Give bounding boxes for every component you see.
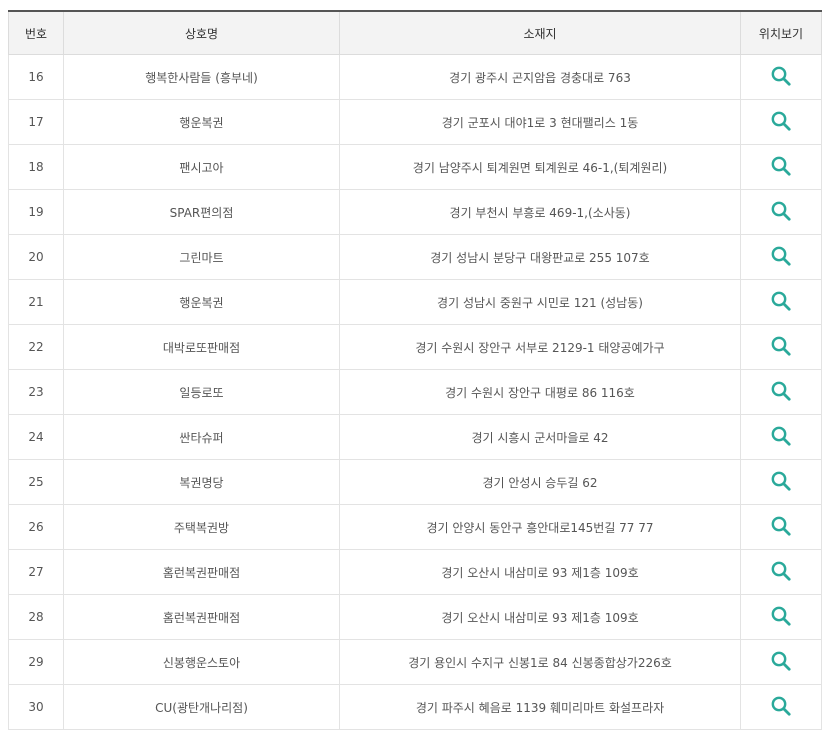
- search-icon[interactable]: [770, 65, 792, 87]
- row-view-location: [740, 234, 822, 280]
- row-number: 20: [8, 234, 64, 280]
- row-number: 30: [8, 684, 64, 730]
- row-address: 경기 수원시 장안구 대평로 86 116호: [339, 369, 741, 415]
- row-store-name: 일등로또: [63, 369, 340, 415]
- row-address: 경기 시흥시 군서마을로 42: [339, 414, 741, 460]
- table-row: 28 홈런복권판매점 경기 오산시 내삼미로 93 제1층 109호: [8, 594, 822, 640]
- row-number: 27: [8, 549, 64, 595]
- table-header-row: 번호 상호명 소재지 위치보기: [8, 10, 822, 55]
- row-view-location: [740, 54, 822, 100]
- row-number: 24: [8, 414, 64, 460]
- row-number: 28: [8, 594, 64, 640]
- row-store-name: 그린마트: [63, 234, 340, 280]
- row-address: 경기 용인시 수지구 신봉1로 84 신봉종합상가226호: [339, 639, 741, 685]
- row-address: 경기 오산시 내삼미로 93 제1층 109호: [339, 549, 741, 595]
- row-view-location: [740, 189, 822, 235]
- row-view-location: [740, 684, 822, 730]
- table-row: 27 홈런복권판매점 경기 오산시 내삼미로 93 제1층 109호: [8, 549, 822, 595]
- row-address: 경기 성남시 분당구 대왕판교로 255 107호: [339, 234, 741, 280]
- row-store-name: 행운복권: [63, 99, 340, 145]
- row-store-name: 대박로또판매점: [63, 324, 340, 370]
- row-store-name: 홈런복권판매점: [63, 594, 340, 640]
- search-icon[interactable]: [770, 695, 792, 717]
- search-icon[interactable]: [770, 605, 792, 627]
- row-store-name: CU(광탄개나리점): [63, 684, 340, 730]
- row-number: 29: [8, 639, 64, 685]
- row-store-name: SPAR편의점: [63, 189, 340, 235]
- search-icon[interactable]: [770, 290, 792, 312]
- table-row: 20 그린마트 경기 성남시 분당구 대왕판교로 255 107호: [8, 234, 822, 280]
- store-list: 번호 상호명 소재지 위치보기 16 행복한사람들 (흥부네) 경기 광주시 곤지암…: [8, 10, 822, 730]
- row-view-location: [740, 369, 822, 415]
- row-address: 경기 남양주시 퇴계원면 퇴계원로 46-1,(퇴계원리): [339, 144, 741, 190]
- row-address: 경기 광주시 곤지암읍 경충대로 763: [339, 54, 741, 100]
- row-number: 21: [8, 279, 64, 325]
- table-row: 25 복권명당 경기 안성시 승두길 62: [8, 459, 822, 505]
- search-icon[interactable]: [770, 515, 792, 537]
- store-table: 번호 상호명 소재지 위치보기 16 행복한사람들 (흥부네) 경기 광주시 곤지암…: [8, 10, 822, 730]
- row-address: 경기 파주시 혜음로 1139 훼미리마트 화설프라자: [339, 684, 741, 730]
- row-address: 경기 부천시 부흥로 469-1,(소사동): [339, 189, 741, 235]
- row-address: 경기 안양시 동안구 흥안대로145번길 77 77: [339, 504, 741, 550]
- search-icon[interactable]: [770, 245, 792, 267]
- row-store-name: 복권명당: [63, 459, 340, 505]
- row-number: 18: [8, 144, 64, 190]
- row-number: 19: [8, 189, 64, 235]
- row-store-name: 행복한사람들 (흥부네): [63, 54, 340, 100]
- row-view-location: [740, 549, 822, 595]
- row-view-location: [740, 504, 822, 550]
- row-number: 16: [8, 54, 64, 100]
- row-view-location: [740, 459, 822, 505]
- row-number: 17: [8, 99, 64, 145]
- table-row: 22 대박로또판매점 경기 수원시 장안구 서부로 2129-1 태양공예가구: [8, 324, 822, 370]
- table-row: 24 싼타슈퍼 경기 시흥시 군서마을로 42: [8, 414, 822, 460]
- row-address: 경기 성남시 중원구 시민로 121 (성남동): [339, 279, 741, 325]
- search-icon[interactable]: [770, 155, 792, 177]
- row-store-name: 행운복권: [63, 279, 340, 325]
- search-icon[interactable]: [770, 335, 792, 357]
- row-view-location: [740, 279, 822, 325]
- search-icon[interactable]: [770, 425, 792, 447]
- search-icon[interactable]: [770, 470, 792, 492]
- row-address: 경기 오산시 내삼미로 93 제1층 109호: [339, 594, 741, 640]
- row-store-name: 싼타슈퍼: [63, 414, 340, 460]
- row-view-location: [740, 414, 822, 460]
- row-number: 23: [8, 369, 64, 415]
- row-view-location: [740, 99, 822, 145]
- search-icon[interactable]: [770, 110, 792, 132]
- header-store-name: 상호명: [63, 10, 340, 55]
- row-store-name: 홈런복권판매점: [63, 549, 340, 595]
- row-store-name: 주택복권방: [63, 504, 340, 550]
- table-row: 30 CU(광탄개나리점) 경기 파주시 혜음로 1139 훼미리마트 화설프라자: [8, 684, 822, 730]
- row-store-name: 신봉행운스토아: [63, 639, 340, 685]
- table-body: 16 행복한사람들 (흥부네) 경기 광주시 곤지암읍 경충대로 763 17 행운복권…: [8, 54, 822, 730]
- row-number: 25: [8, 459, 64, 505]
- row-view-location: [740, 594, 822, 640]
- search-icon[interactable]: [770, 650, 792, 672]
- search-icon[interactable]: [770, 560, 792, 582]
- table-row: 29 신봉행운스토아 경기 용인시 수지구 신봉1로 84 신봉종합상가226호: [8, 639, 822, 685]
- table-row: 16 행복한사람들 (흥부네) 경기 광주시 곤지암읍 경충대로 763: [8, 54, 822, 100]
- table-row: 26 주택복권방 경기 안양시 동안구 흥안대로145번길 77 77: [8, 504, 822, 550]
- row-view-location: [740, 639, 822, 685]
- row-store-name: 팬시고아: [63, 144, 340, 190]
- row-address: 경기 수원시 장안구 서부로 2129-1 태양공예가구: [339, 324, 741, 370]
- row-view-location: [740, 144, 822, 190]
- row-address: 경기 안성시 승두길 62: [339, 459, 741, 505]
- search-icon[interactable]: [770, 200, 792, 222]
- table-row: 21 행운복권 경기 성남시 중원구 시민로 121 (성남동): [8, 279, 822, 325]
- table-row: 23 일등로또 경기 수원시 장안구 대평로 86 116호: [8, 369, 822, 415]
- search-icon[interactable]: [770, 380, 792, 402]
- table-row: 17 행운복권 경기 군포시 대야1로 3 현대팰리스 1동: [8, 99, 822, 145]
- table-row: 19 SPAR편의점 경기 부천시 부흥로 469-1,(소사동): [8, 189, 822, 235]
- row-address: 경기 군포시 대야1로 3 현대팰리스 1동: [339, 99, 741, 145]
- row-number: 26: [8, 504, 64, 550]
- row-view-location: [740, 324, 822, 370]
- header-view-location: 위치보기: [740, 10, 822, 55]
- header-address: 소재지: [339, 10, 741, 55]
- row-number: 22: [8, 324, 64, 370]
- table-row: 18 팬시고아 경기 남양주시 퇴계원면 퇴계원로 46-1,(퇴계원리): [8, 144, 822, 190]
- header-number: 번호: [8, 10, 64, 55]
